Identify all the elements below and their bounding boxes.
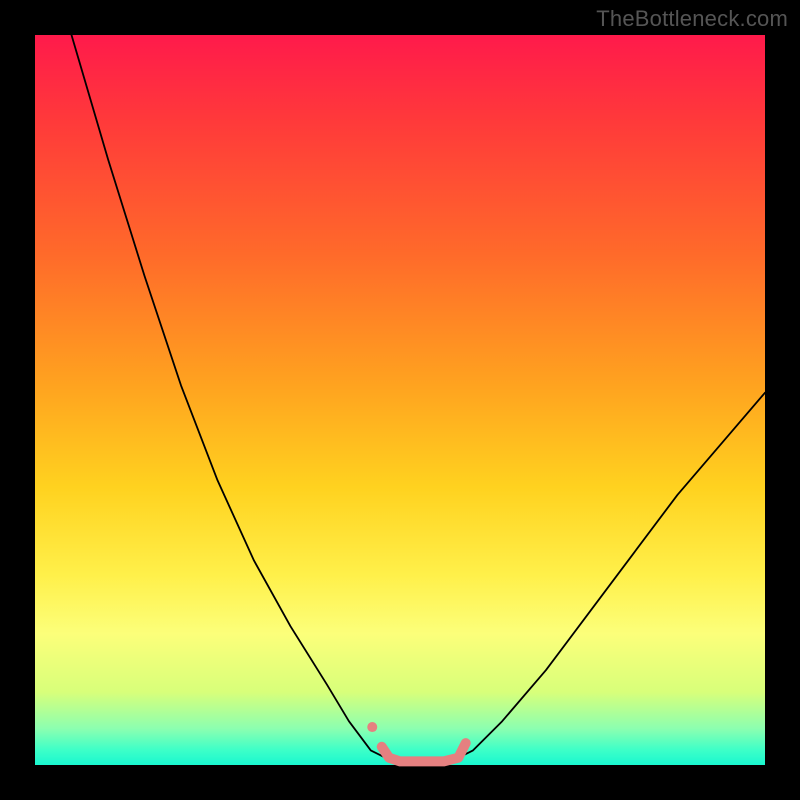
chart-frame: TheBottleneck.com [0, 0, 800, 800]
series-right-curve [458, 393, 765, 758]
watermark-text: TheBottleneck.com [596, 6, 788, 32]
series-pink-bottom [382, 743, 466, 761]
marker-pink-dot [367, 722, 377, 732]
plot-svg [35, 35, 765, 765]
series-left-curve [72, 35, 386, 758]
plot-area [35, 35, 765, 765]
